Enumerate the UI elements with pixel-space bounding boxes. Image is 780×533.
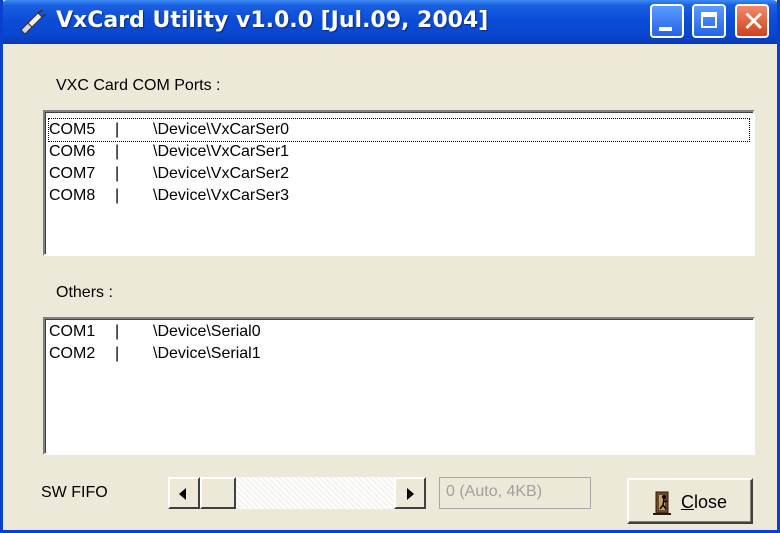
port-name: COM2 bbox=[49, 345, 96, 362]
port-name: COM5 bbox=[49, 121, 96, 138]
sw-fifo-scrollbar[interactable] bbox=[168, 477, 426, 509]
arrow-left-icon bbox=[179, 488, 186, 500]
sw-fifo-label: SW FIFO bbox=[41, 484, 108, 501]
close-button-label: Close bbox=[681, 492, 727, 513]
window-title: VxCard Utility v1.0.0 [Jul.09, 2004] bbox=[56, 8, 489, 33]
close-icon: ✕ bbox=[742, 5, 766, 38]
separator: | bbox=[115, 165, 120, 182]
maximize-icon bbox=[701, 12, 717, 28]
close-button[interactable]: Close bbox=[627, 478, 753, 524]
others-listbox[interactable]: COM1 | \Device\Serial0 COM2 | \Device\Se… bbox=[43, 317, 755, 455]
app-window: VxCard Utility v1.0.0 [Jul.09, 2004] ✕ V… bbox=[0, 0, 780, 533]
list-item[interactable]: COM5 | \Device\VxCarSer0 bbox=[48, 118, 750, 142]
close-mnemonic: C bbox=[681, 492, 694, 512]
port-name: COM8 bbox=[49, 187, 96, 204]
device-path: \Device\VxCarSer2 bbox=[153, 165, 290, 182]
port-name: COM1 bbox=[49, 323, 96, 340]
vxc-ports-label: VXC Card COM Ports : bbox=[56, 77, 221, 94]
device-path: \Device\Serial1 bbox=[153, 345, 261, 362]
vxc-ports-listbox[interactable]: COM5 | \Device\VxCarSer0 COM6 | \Device\… bbox=[43, 110, 755, 256]
scroll-left-button[interactable] bbox=[168, 477, 200, 509]
separator: | bbox=[115, 345, 120, 362]
device-path: \Device\Serial0 bbox=[153, 323, 261, 340]
others-label: Others : bbox=[56, 284, 113, 301]
separator: | bbox=[115, 187, 120, 204]
scroll-thumb[interactable] bbox=[200, 477, 236, 509]
minimize-icon bbox=[659, 27, 672, 31]
sw-fifo-value-field: 0 (Auto, 4KB) bbox=[439, 477, 591, 509]
close-window-button[interactable]: ✕ bbox=[735, 4, 769, 38]
separator: | bbox=[115, 323, 120, 340]
close-label-rest: lose bbox=[694, 492, 728, 512]
scroll-right-button[interactable] bbox=[394, 477, 426, 509]
device-path: \Device\VxCarSer0 bbox=[153, 121, 290, 138]
port-name: COM6 bbox=[49, 143, 96, 160]
arrow-right-icon bbox=[407, 488, 414, 500]
device-path: \Device\VxCarSer3 bbox=[153, 187, 290, 204]
maximize-button[interactable] bbox=[692, 4, 726, 38]
door-exit-icon bbox=[653, 491, 671, 515]
separator: | bbox=[115, 121, 120, 138]
title-bar[interactable]: VxCard Utility v1.0.0 [Jul.09, 2004] ✕ bbox=[3, 0, 777, 44]
device-path: \Device\VxCarSer1 bbox=[153, 143, 290, 160]
separator: | bbox=[115, 143, 120, 160]
plug-icon bbox=[20, 10, 46, 34]
minimize-button[interactable] bbox=[650, 4, 684, 38]
port-name: COM7 bbox=[49, 165, 96, 182]
